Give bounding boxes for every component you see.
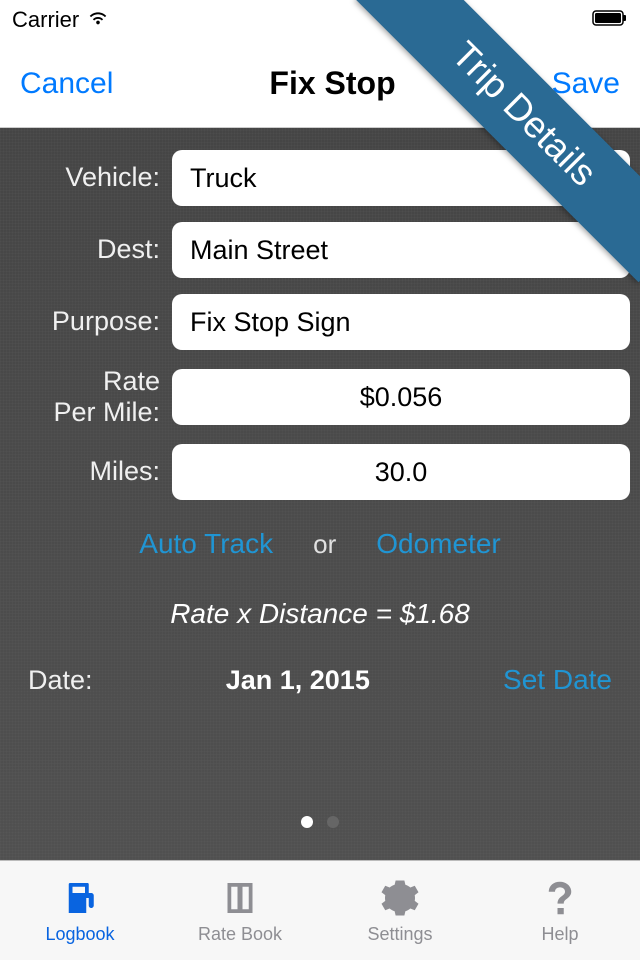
dest-field[interactable]: Main Street [172,222,630,278]
page-dot-2 [327,816,339,828]
carrier-label: Carrier [12,7,79,33]
auto-track-button[interactable]: Auto Track [139,528,273,560]
dest-label: Dest: [10,235,160,265]
date-value: Jan 1, 2015 [226,665,370,696]
save-button[interactable]: Save [552,67,620,101]
set-date-button[interactable]: Set Date [503,664,612,696]
tab-logbook[interactable]: Logbook [0,861,160,960]
tab-ratebook-label: Rate Book [198,924,282,945]
calculation-label: Rate x Distance = $1.68 [0,598,640,630]
odometer-button[interactable]: Odometer [376,528,501,560]
tab-help-label: Help [541,924,578,945]
content-area: Vehicle: Truck Dest: Main Street Purpose… [0,128,640,860]
tab-bar: Logbook Rate Book Settings Help [0,860,640,960]
or-label: or [313,529,336,560]
tab-settings-label: Settings [367,924,432,945]
rate-field[interactable]: $0.056 [172,369,630,425]
tab-settings[interactable]: Settings [320,861,480,960]
tab-help[interactable]: Help [480,861,640,960]
purpose-field[interactable]: Fix Stop Sign [172,294,630,350]
battery-icon [592,7,628,33]
tab-ratebook[interactable]: Rate Book [160,861,320,960]
nav-bar: Cancel Fix Stop Save [0,40,640,128]
purpose-label: Purpose: [10,307,160,337]
gear-icon [378,876,422,920]
miles-label: Miles: [10,457,160,487]
rate-label: RatePer Mile: [10,366,160,428]
vehicle-field[interactable]: Truck [172,150,630,206]
date-label: Date: [28,665,93,696]
tab-logbook-label: Logbook [45,924,114,945]
page-indicator[interactable] [0,816,640,828]
status-bar: Carrier [0,0,640,40]
cancel-button[interactable]: Cancel [20,67,113,101]
page-dot-1 [301,816,313,828]
vehicle-label: Vehicle: [10,163,160,193]
fuel-pump-icon [58,876,102,920]
page-title: Fix Stop [269,65,395,102]
miles-field[interactable]: 30.0 [172,444,630,500]
book-icon [218,876,262,920]
wifi-icon [87,6,109,34]
question-icon [538,876,582,920]
